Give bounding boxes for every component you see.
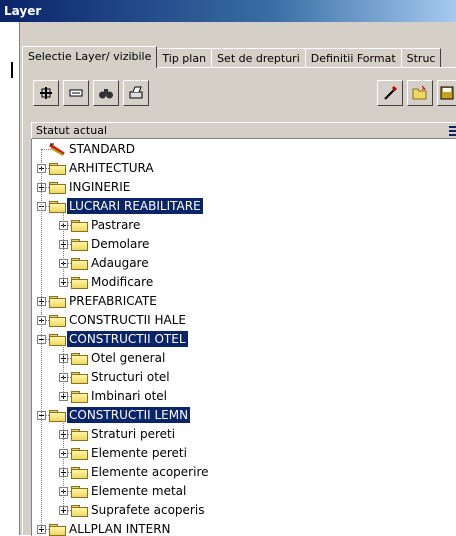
list-header-label: Statut actual [36,124,108,137]
tree-item-label[interactable]: CONSTRUCTII OTEL [67,331,188,347]
tree-item[interactable]: PREFABRICATE [32,292,456,311]
tree-item-label[interactable]: CONSTRUCTII LEMN [67,407,191,423]
folder-icon [49,296,66,308]
print-button[interactable] [123,80,149,106]
tree-item-label[interactable]: Imbinari otel [89,388,169,404]
tree-item-label[interactable]: LUCRARI REABILITARE [67,198,203,214]
tree-item[interactable]: CONSTRUCTII OTEL [32,330,456,349]
tree-item[interactable]: Modificare [32,273,456,292]
tree-item[interactable]: STANDARD [32,140,456,159]
tree-item[interactable]: LUCRARI REABILITARE [32,197,456,216]
add-layer-icon [40,87,52,99]
tab-definitii-format[interactable]: Definitii Format [304,48,402,68]
tree-branch-line [63,345,65,396]
save-icon [440,86,454,100]
find-button[interactable] [93,80,119,106]
tab-set-drepturi[interactable]: Set de drepturi [211,48,306,68]
tree-root-line [41,149,43,529]
tree-item-label[interactable]: PREFABRICATE [67,293,159,309]
tree-item-label[interactable]: Pastrare [89,217,142,233]
folder-icon [71,372,88,384]
tree-item-label[interactable]: Elemente metal [89,483,188,499]
tree-item-label[interactable]: ALLPLAN INTERN [67,521,173,536]
remove-layer-button[interactable] [63,80,89,106]
tree-item-label[interactable]: Elemente pereti [89,445,189,461]
tree-item-label[interactable]: Elemente acoperire [89,464,211,480]
tree-item[interactable]: Elemente acoperire [32,463,456,482]
tree-item[interactable]: Demolare [32,235,456,254]
tree-item-label[interactable]: Straturi pereti [89,426,177,442]
tree-item-label[interactable]: Adaugare [89,255,151,271]
tab-selectie-layer[interactable]: Selectie Layer/ vizibile [22,46,158,68]
folder-icon [71,258,88,270]
pick-layer-icon [384,85,398,100]
left-panel-strip [0,22,20,535]
tab-structura[interactable]: Struc [400,48,442,68]
tree-item-label[interactable]: Otel general [89,350,167,366]
list-view-icon[interactable] [449,126,456,136]
folder-icon [71,277,88,289]
tree-item[interactable]: Adaugare [32,254,456,273]
open-folder-button[interactable] [407,80,433,106]
tree-item-label[interactable]: Suprafete acoperis [89,502,206,518]
toolbar [33,80,456,108]
folder-icon [71,467,88,479]
folder-icon [71,486,88,498]
add-layer-button[interactable] [33,80,59,106]
print-icon [129,86,143,99]
folder-icon [71,429,88,441]
open-folder-icon [412,85,427,100]
folder-icon [71,391,88,403]
tab-strip: Selectie Layer/ vizibile Tip plan Set de d… [22,46,456,68]
folder-icon [49,315,66,327]
tree-item[interactable]: Elemente pereti [32,444,456,463]
folder-icon [71,220,88,232]
tree-item[interactable]: Pastrare [32,216,456,235]
folder-icon [49,163,66,175]
tree-item[interactable]: Otel general [32,349,456,368]
layer-window: Selectie Layer/ vizibile Tip plan Set de d… [0,22,456,536]
tab-tip-plan[interactable]: Tip plan [156,48,213,68]
tree-item[interactable]: ALLPLAN INTERN [32,520,456,536]
tree-item-label[interactable]: Modificare [89,274,155,290]
folder-icon [71,239,88,251]
tree-item[interactable]: CONSTRUCTII LEMN [32,406,456,425]
save-button[interactable] [437,80,456,106]
tree-item[interactable]: Imbinari otel [32,387,456,406]
folder-icon [71,448,88,460]
layer-tree[interactable]: STANDARD ARHITECTURA INGINERIE LUCRARI REAB… [31,139,456,536]
tab-panel: Statut actual STANDARD ARHITECTURA INGINER… [22,67,456,536]
tree-item[interactable]: Elemente metal [32,482,456,501]
tree-item[interactable]: CONSTRUCTII HALE [32,311,456,330]
remove-layer-icon [69,89,83,97]
tree-item[interactable]: INGINERIE [32,178,456,197]
find-icon [99,89,113,99]
tree-item-label[interactable]: Structuri otel [89,369,172,385]
tree-branch-line [63,421,65,510]
tree-item-label[interactable]: CONSTRUCTII HALE [67,312,188,328]
tree-branch-line [63,212,65,282]
tree-item[interactable]: Straturi pereti [32,425,456,444]
tree-item[interactable]: Suprafete acoperis [32,501,456,520]
tree-item-label[interactable]: ARHITECTURA [67,160,156,176]
folder-icon [49,524,66,536]
tree-item[interactable]: Structuri otel [32,368,456,387]
standard-layer-icon [49,143,65,156]
strip-marker [11,62,13,78]
tree-item-label[interactable]: STANDARD [67,141,137,157]
folder-icon [71,353,88,365]
tree-item-label[interactable]: Demolare [89,236,151,252]
folder-icon [49,182,66,194]
window-title: Layer [0,0,456,22]
pick-layer-button[interactable] [377,80,403,106]
folder-icon [71,505,88,517]
list-header[interactable]: Statut actual [31,122,456,139]
tree-item-label[interactable]: INGINERIE [67,179,132,195]
tree-item[interactable]: ARHITECTURA [32,159,456,178]
